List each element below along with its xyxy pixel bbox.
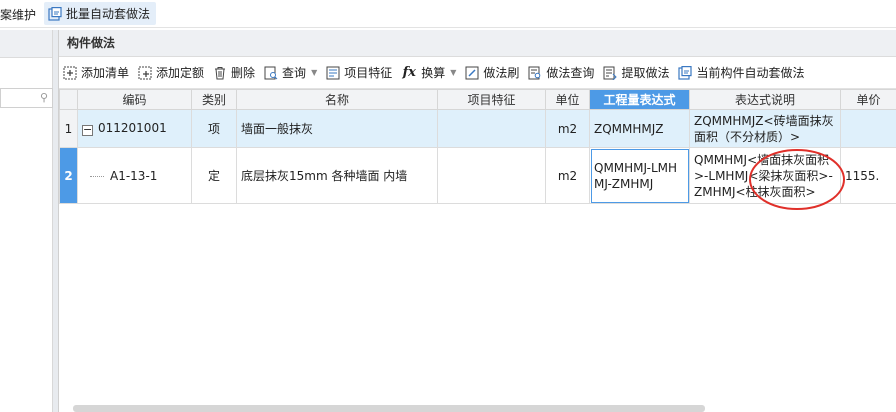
extract-method-button[interactable]: 提取做法	[603, 64, 669, 81]
auto-apply-current-button[interactable]: 当前构件自动套做法	[678, 64, 804, 81]
header-feature[interactable]: 项目特征	[437, 89, 546, 110]
name-cell[interactable]: 底层抹灰15mm 各种墙面 内墙	[236, 147, 438, 204]
conversion-button[interactable]: fx 换算 ▼	[401, 64, 457, 81]
left-panel-header	[0, 30, 52, 58]
auto-apply-current-label: 当前构件自动套做法	[696, 66, 805, 80]
batch-auto-apply-label: 批量自动套做法	[66, 7, 151, 21]
batch-auto-apply-button[interactable]: 批量自动套做法	[44, 2, 157, 25]
project-feature-button[interactable]: 项目特征	[326, 64, 392, 81]
code-value: 011201001	[98, 121, 167, 135]
query-icon	[264, 66, 278, 80]
table-row[interactable]: 2 A1-13-1 定 底层抹灰15mm 各种墙面 内墙 m2 QMMHMJ-L…	[59, 147, 896, 204]
panel-title: 构件做法	[59, 30, 896, 57]
expression-cell-active[interactable]: QMMHMJ-LMHMJ-ZMHMJ	[589, 147, 690, 204]
add-list-icon	[63, 66, 77, 80]
row-number[interactable]: 1	[59, 109, 78, 148]
method-query-button[interactable]: 做法查询	[528, 64, 594, 81]
category-cell[interactable]: 定	[191, 147, 237, 204]
header-category[interactable]: 类别	[191, 89, 237, 110]
feature-cell[interactable]	[437, 109, 546, 148]
header-name[interactable]: 名称	[236, 89, 438, 110]
header-code[interactable]: 编码	[77, 89, 192, 110]
auto-apply-icon	[678, 65, 693, 80]
row-number-header	[59, 89, 78, 110]
row-number[interactable]: 2	[59, 147, 78, 204]
query-button[interactable]: 查询 ▼	[264, 64, 317, 81]
code-value: A1-13-1	[110, 168, 158, 183]
fx-icon: fx	[402, 65, 416, 80]
header-expression[interactable]: 工程量表达式	[589, 89, 690, 110]
left-search-input[interactable]: ⚲	[0, 88, 53, 108]
feature-icon	[326, 66, 340, 80]
top-toolbar: 案维护 批量自动套做法	[0, 0, 896, 28]
add-quota-button[interactable]: 添加定额	[138, 64, 204, 81]
query-label: 查询	[282, 66, 307, 80]
price-cell[interactable]	[840, 109, 896, 148]
extract-method-label: 提取做法	[621, 66, 670, 80]
table-header-row: 编码 类别 名称 项目特征 单位 工程量表达式 表达式说明 单价	[59, 89, 896, 110]
batch-apply-icon	[48, 6, 62, 21]
name-cell[interactable]: 墙面一般抹灰	[236, 109, 438, 148]
unit-cell[interactable]: m2	[545, 109, 590, 148]
header-price[interactable]: 单价	[840, 89, 896, 110]
project-feature-label: 项目特征	[344, 66, 393, 80]
chevron-down-icon[interactable]: ▼	[450, 68, 456, 77]
header-explanation[interactable]: 表达式说明	[689, 89, 841, 110]
table-row[interactable]: 1 −011201001 项 墙面一般抹灰 m2 ZQMMHMJZ ZQMMHM…	[59, 109, 896, 148]
explanation-cell[interactable]: QMMHMJ<墙面抹灰面积>-LMHMJ<梁抹灰面积>-ZMHMJ<柱抹灰面积>	[689, 147, 841, 204]
search-icon[interactable]: ⚲	[40, 91, 48, 104]
brush-icon	[465, 66, 479, 80]
method-toolbar: 添加清单 添加定额 删除 查询 ▼ 项目特征 fx 换算 ▼ 做法刷 做法查询 …	[59, 57, 896, 89]
conversion-label: 换算	[421, 66, 446, 80]
method-query-icon	[528, 66, 542, 80]
code-cell[interactable]: −011201001	[77, 109, 192, 148]
category-cell[interactable]: 项	[191, 109, 237, 148]
code-cell[interactable]: A1-13-1	[77, 147, 192, 204]
explanation-cell[interactable]: ZQMMHMJZ<砖墙面抹灰面积（不分材质）>	[689, 109, 841, 148]
method-table: 编码 类别 名称 项目特征 单位 工程量表达式 表达式说明 单价 1 −0112…	[59, 89, 896, 204]
method-query-label: 做法查询	[546, 66, 595, 80]
price-cell[interactable]: 1155.	[840, 147, 896, 204]
feature-cell[interactable]	[437, 147, 546, 204]
scheme-maintenance-tab[interactable]: 案维护	[0, 6, 36, 23]
add-list-label: 添加清单	[81, 66, 130, 80]
header-unit[interactable]: 单位	[545, 89, 590, 110]
delete-label: 删除	[231, 66, 256, 80]
horizontal-scrollbar[interactable]	[73, 405, 705, 412]
tree-connector	[90, 175, 104, 177]
chevron-down-icon[interactable]: ▼	[311, 68, 317, 77]
unit-cell[interactable]: m2	[545, 147, 590, 204]
add-quota-label: 添加定额	[156, 66, 205, 80]
method-brush-button[interactable]: 做法刷	[465, 64, 519, 81]
expression-cell[interactable]: ZQMMHMJZ	[589, 109, 690, 148]
delete-button[interactable]: 删除	[213, 64, 255, 81]
add-quota-icon	[138, 66, 152, 80]
add-list-button[interactable]: 添加清单	[63, 64, 129, 81]
extract-icon	[603, 66, 618, 80]
component-method-panel: 构件做法 添加清单 添加定额 删除 查询 ▼ 项目特征 fx 换算 ▼ 做法刷 …	[59, 30, 896, 412]
left-panel: ⚲	[0, 30, 53, 412]
collapse-icon[interactable]: −	[82, 124, 93, 136]
method-brush-label: 做法刷	[483, 66, 520, 80]
trash-icon	[213, 66, 227, 80]
